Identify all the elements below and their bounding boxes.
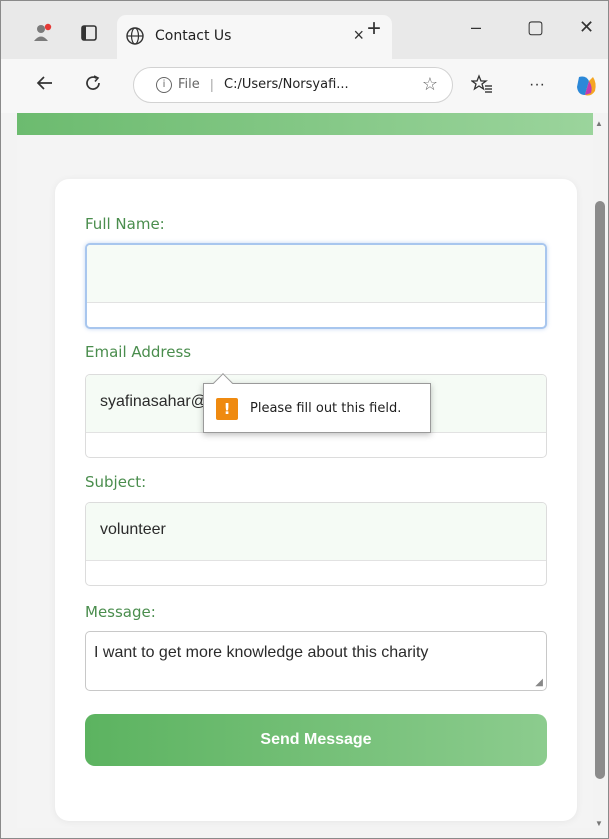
tab-title: Contact Us	[155, 28, 232, 44]
globe-icon	[125, 26, 145, 51]
contact-form: Full Name: Email Address syafinasahar@gm…	[55, 179, 577, 821]
info-icon[interactable]: i	[156, 77, 172, 93]
subject-label: Subject:	[85, 473, 147, 491]
subject-input[interactable]: volunteer	[86, 503, 546, 561]
page-viewport: Full Name: Email Address syafinasahar@gm…	[17, 113, 593, 828]
scroll-up-arrow-icon[interactable]: ▲	[595, 119, 603, 128]
subject-field[interactable]: volunteer	[85, 502, 547, 586]
back-button[interactable]	[35, 73, 55, 98]
new-tab-button[interactable]: +	[367, 15, 381, 43]
address-bar[interactable]: i File | C:/Users/Norsyafi... ☆	[133, 67, 453, 103]
browser-window: Contact Us × + – ▢ ✕ i File | C:/Users/N…	[0, 0, 609, 839]
send-message-button[interactable]: Send Message	[85, 714, 547, 766]
refresh-button[interactable]	[83, 73, 103, 98]
toolbar: i File | C:/Users/Norsyafi... ☆ ···	[1, 59, 608, 113]
favorites-icon[interactable]	[470, 73, 493, 100]
minimize-button[interactable]: –	[471, 17, 481, 38]
message-text: I want to get more knowledge about this …	[94, 644, 429, 661]
full-name-label: Full Name:	[85, 215, 165, 233]
copilot-icon[interactable]	[573, 73, 599, 104]
close-window-button[interactable]: ✕	[579, 17, 594, 38]
address-separator: |	[210, 76, 214, 92]
tab-actions-icon[interactable]	[77, 21, 101, 45]
warning-icon: !	[216, 398, 238, 420]
scrollbar-thumb[interactable]	[595, 201, 605, 779]
message-label: Message:	[85, 603, 156, 621]
tooltip-text: Please fill out this field.	[250, 401, 402, 416]
header-bar	[17, 113, 593, 135]
profile-icon[interactable]	[31, 21, 55, 45]
address-file-label: File	[178, 77, 200, 92]
tab-strip: Contact Us × + – ▢ ✕	[1, 1, 608, 59]
full-name-field[interactable]	[85, 243, 547, 329]
tab-close-icon[interactable]: ×	[353, 25, 364, 46]
favorite-star-icon[interactable]: ☆	[422, 74, 438, 95]
full-name-input[interactable]	[87, 245, 545, 303]
message-textarea[interactable]: I want to get more knowledge about this …	[85, 631, 547, 691]
more-options-button[interactable]: ···	[529, 73, 545, 97]
email-label: Email Address	[85, 343, 192, 361]
tab-contact-us[interactable]: Contact Us ×	[117, 15, 392, 59]
resize-handle-icon[interactable]: ◢	[535, 677, 543, 688]
validation-tooltip: ! Please fill out this field.	[203, 373, 431, 433]
maximize-button[interactable]: ▢	[527, 17, 544, 38]
address-url[interactable]: C:/Users/Norsyafi...	[224, 77, 349, 92]
scroll-down-arrow-icon[interactable]: ▼	[595, 819, 603, 828]
